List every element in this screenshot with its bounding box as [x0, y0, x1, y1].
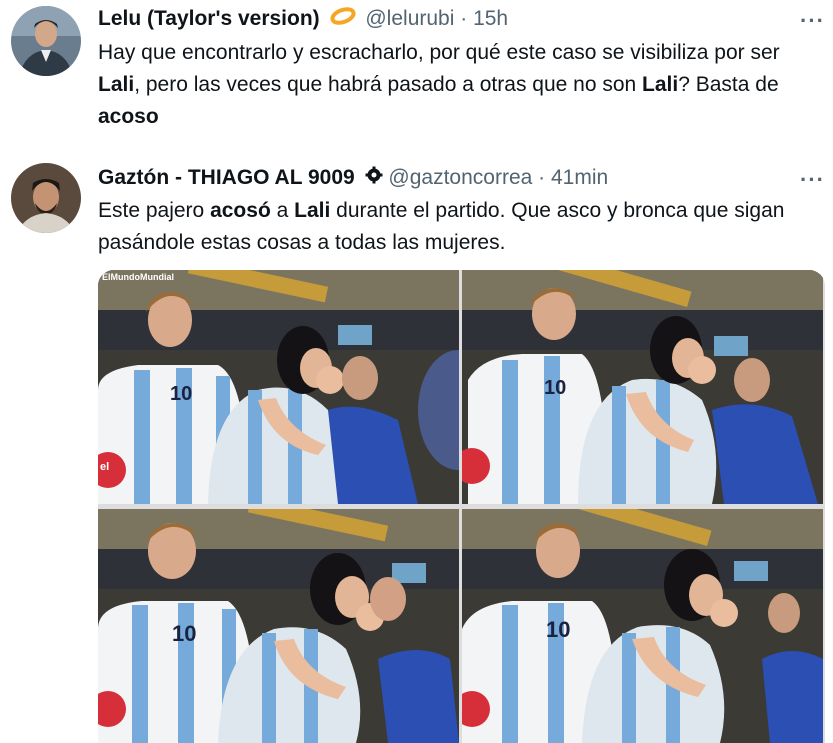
svg-text:10: 10	[172, 621, 196, 646]
more-options-icon[interactable]: ···	[800, 169, 825, 191]
separator: ·	[460, 7, 468, 30]
text-bold: acoso	[98, 105, 159, 128]
avatar-gazton[interactable]	[11, 163, 81, 233]
media-grid[interactable]: 10 el ElMundoMundial 10 10 10	[98, 270, 825, 743]
text-segment: Este pajero	[98, 199, 211, 222]
separator: ·	[538, 166, 546, 189]
svg-text:10: 10	[544, 377, 566, 399]
tweet-text: Hay que encontrarlo y escracharlo, por q…	[98, 37, 808, 133]
text-segment: , pero las veces que habrá pasado a otra…	[134, 73, 643, 96]
svg-text:10: 10	[546, 617, 570, 642]
gear-badge-icon	[365, 166, 383, 190]
handle[interactable]: @lelurubi	[365, 7, 454, 30]
tweet-text: Este pajero acosó a Lali durante el part…	[98, 195, 808, 259]
avatar-lelu[interactable]	[11, 6, 81, 76]
media-photo[interactable]: 10	[462, 270, 823, 504]
text-segment: a	[270, 199, 295, 222]
more-options-icon[interactable]: ···	[800, 10, 825, 32]
timestamp[interactable]: 41min	[551, 166, 608, 189]
media-photo[interactable]: 10	[462, 509, 823, 743]
text-bold: Lali	[294, 199, 331, 222]
text-segment: ? Basta de	[678, 73, 779, 96]
orange-ring-emoji-icon	[329, 7, 356, 31]
tweet-header: Gaztón - THIAGO AL 9009 @gaztoncorrea · …	[98, 166, 608, 190]
svg-text:el: el	[100, 461, 109, 473]
display-name[interactable]: Lelu (Taylor's version)	[98, 7, 320, 30]
tweet-header: Lelu (Taylor's version) @lelurubi · 15h	[98, 7, 508, 31]
text-segment: Hay que encontrarlo y escracharlo, por q…	[98, 41, 780, 64]
text-bold: Lali	[98, 73, 135, 96]
display-name[interactable]: Gaztón - THIAGO AL 9009	[98, 166, 355, 189]
svg-text:10: 10	[170, 383, 192, 405]
media-photo[interactable]: 10 el ElMundoMundial	[98, 270, 459, 504]
handle[interactable]: @gaztoncorrea	[388, 166, 532, 189]
text-bold: acosó	[210, 199, 271, 222]
text-bold: Lali	[642, 73, 679, 96]
media-photo[interactable]: 10	[98, 509, 459, 743]
timestamp[interactable]: 15h	[473, 7, 508, 30]
media-watermark: ElMundoMundial	[102, 272, 174, 282]
